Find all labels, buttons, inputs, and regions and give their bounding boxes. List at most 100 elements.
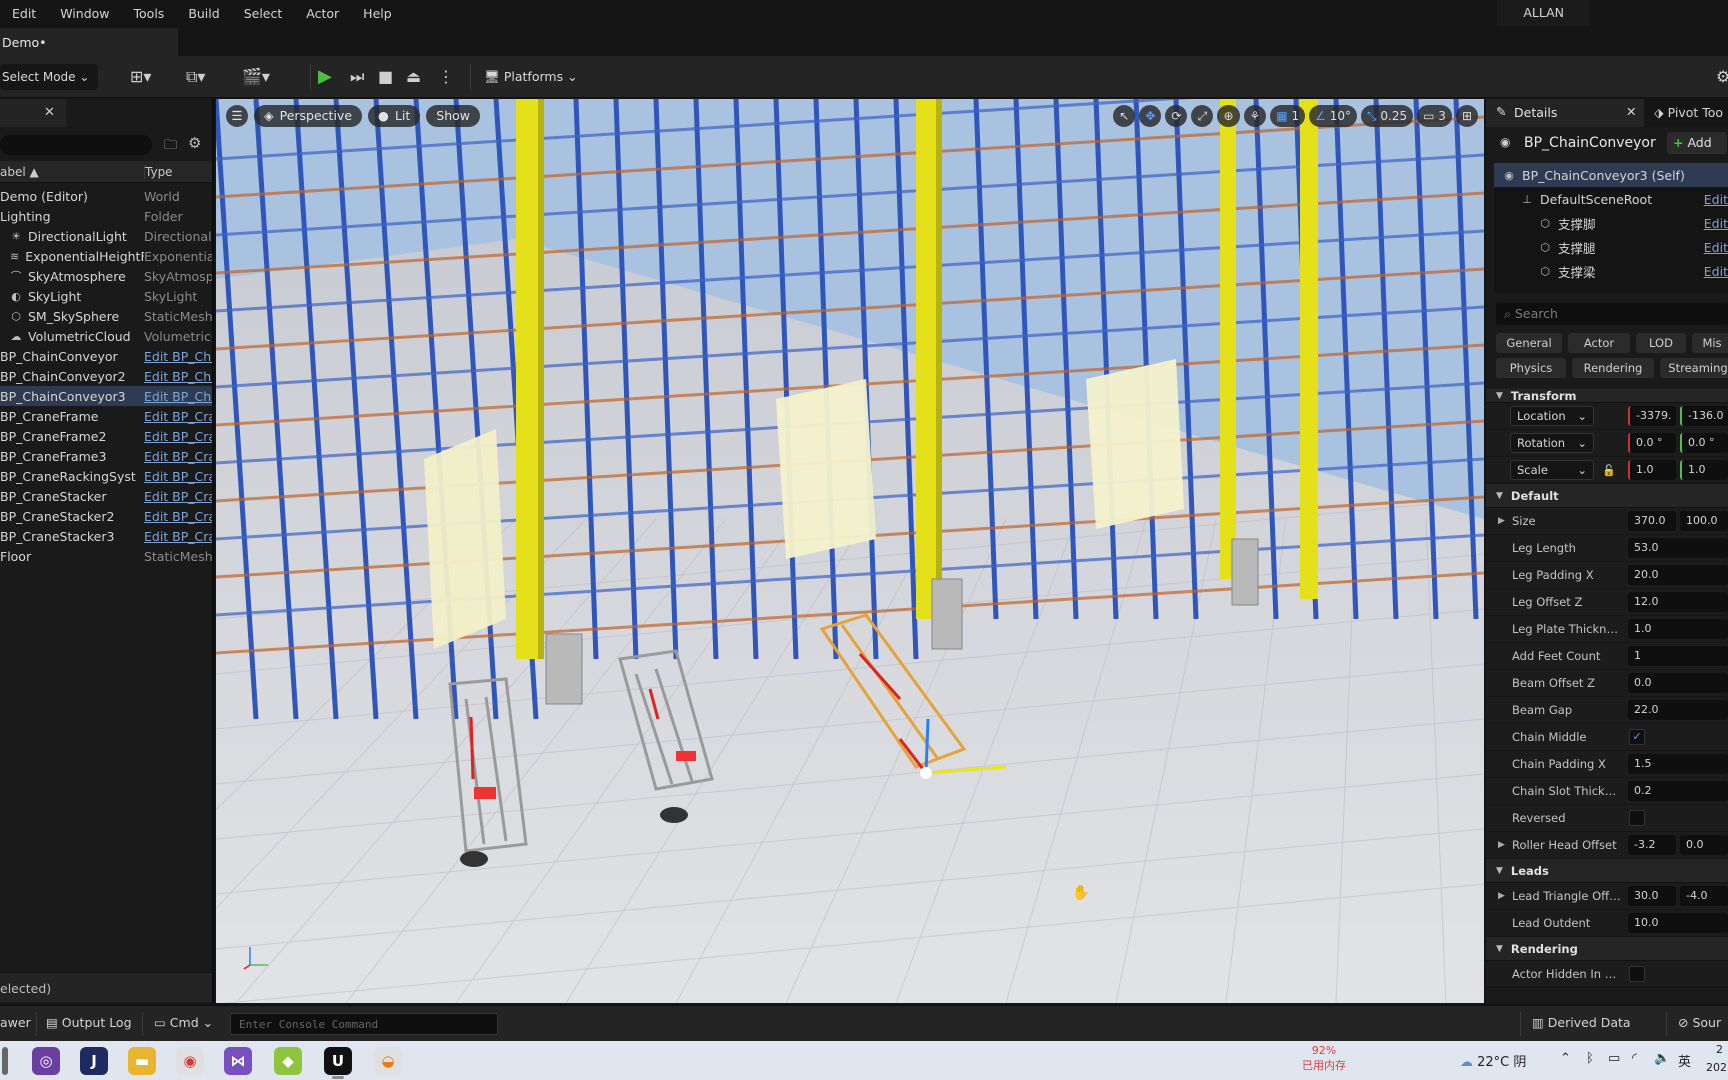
console-input[interactable]: Enter Console Command xyxy=(230,1013,498,1035)
weather-widget[interactable]: ☁ 22°C 阴 xyxy=(1460,1051,1526,1070)
filter-button[interactable]: Actor xyxy=(1568,333,1630,353)
outliner-row[interactable]: Lighting Folder xyxy=(0,206,212,226)
edit-blueprint-link[interactable]: Edit BP_Cra xyxy=(144,469,212,484)
filter-button[interactable]: Rendering xyxy=(1572,358,1654,378)
outliner-row[interactable]: Demo (Editor) World xyxy=(0,186,212,206)
volume-icon[interactable]: 🔈 xyxy=(1654,1051,1670,1066)
outliner-row[interactable]: BP_CraneStacker2 Edit BP_Cra xyxy=(0,506,212,526)
surface-snap-icon[interactable]: ⚘ xyxy=(1243,105,1267,127)
output-log-button[interactable]: ▤ Output Log xyxy=(46,1015,132,1030)
filter-button[interactable]: LOD xyxy=(1636,333,1686,353)
clock-date[interactable]: 202 xyxy=(1706,1061,1727,1074)
component-row[interactable]: ⬡ 支撑脚 Edit xyxy=(1494,211,1728,235)
column-label[interactable]: abel ▲ xyxy=(0,165,144,179)
perspective-button[interactable]: ◈ Perspective xyxy=(254,105,363,127)
location-mode-dropdown[interactable]: Location ⌄ xyxy=(1510,406,1594,426)
outliner-row[interactable]: BP_ChainConveyor Edit BP_Cha xyxy=(0,346,212,366)
expand-arrow-icon[interactable]: ▶ xyxy=(1498,840,1505,850)
rotation-snap-button[interactable]: ∠ 10° xyxy=(1309,105,1357,127)
scale-tool-icon[interactable]: ⤢ xyxy=(1191,105,1214,127)
camera-speed-button[interactable]: ▭ 3 xyxy=(1417,105,1452,127)
menu-build[interactable]: Build xyxy=(176,6,231,21)
property-checkbox[interactable]: ✓ xyxy=(1629,729,1645,745)
component-row[interactable]: ◉ BP_ChainConveyor3 (Self) xyxy=(1494,163,1728,187)
close-icon[interactable]: ✕ xyxy=(44,105,55,120)
transform-section[interactable]: ▼ Transform xyxy=(1486,389,1728,403)
property-value-b[interactable]: -4.0 xyxy=(1680,886,1728,906)
scale-y-field[interactable]: 1.0 xyxy=(1680,460,1728,480)
app-icon-1[interactable]: ◎ xyxy=(32,1047,60,1075)
eject-icon[interactable]: ⏏ xyxy=(406,65,421,89)
edit-blueprint-link[interactable]: Edit BP_Cra xyxy=(144,429,212,444)
property-value-field[interactable]: 22.0 xyxy=(1628,700,1728,720)
edit-component-link[interactable]: Edit xyxy=(1704,192,1728,207)
component-row[interactable]: ⬡ 支撑梁 Edit xyxy=(1494,259,1728,283)
select-mode-dropdown[interactable]: Select Mode ⌄ xyxy=(0,64,98,90)
menu-select[interactable]: Select xyxy=(232,6,295,21)
details-search-input[interactable]: ⌕ Search xyxy=(1496,303,1728,325)
close-icon[interactable]: ✕ xyxy=(1626,104,1636,119)
outliner-row[interactable]: Floor StaticMesh xyxy=(0,546,212,566)
edit-component-link[interactable]: Edit xyxy=(1704,264,1728,279)
scale-x-field[interactable]: 1.0 xyxy=(1628,460,1676,480)
add-content-icon[interactable]: ⊞▾ xyxy=(130,65,151,89)
outliner-row[interactable]: ⬡ SM_SkySphere StaticMesh xyxy=(0,306,212,326)
settings-icon[interactable]: ⚙ xyxy=(1716,65,1728,89)
world-space-icon[interactable]: ⊕ xyxy=(1217,105,1240,127)
location-x-field[interactable]: -3379. xyxy=(1628,406,1676,426)
property-value-field[interactable]: 0.0 xyxy=(1628,673,1728,693)
property-value-a[interactable]: 30.0 xyxy=(1628,886,1676,906)
actor-name[interactable]: BP_ChainConveyor xyxy=(1524,135,1656,151)
property-value-field[interactable]: 20.0 xyxy=(1628,565,1728,585)
battery-icon[interactable]: ▭ xyxy=(1608,1051,1620,1066)
step-icon[interactable]: ⏭ xyxy=(350,65,364,89)
chevron-up-icon[interactable]: ⌃ xyxy=(1560,1051,1571,1066)
add-folder-icon[interactable]: 🗀 xyxy=(164,136,177,158)
clock-time[interactable]: 2 xyxy=(1716,1043,1723,1056)
edit-blueprint-link[interactable]: Edit BP_Cra xyxy=(144,449,212,464)
rendering-section[interactable]: ▼ Rendering xyxy=(1486,937,1728,961)
outliner-row[interactable]: BP_CraneStacker3 Edit BP_Cra xyxy=(0,526,212,546)
outliner-row[interactable]: ◐ SkyLight SkyLight xyxy=(0,286,212,306)
property-value-field[interactable]: 53.0 xyxy=(1628,538,1728,558)
gear-icon[interactable]: ⚙ xyxy=(188,134,201,152)
property-value-field[interactable]: 10.0 xyxy=(1628,913,1728,933)
outliner-row[interactable]: BP_ChainConveyor2 Edit BP_Cha xyxy=(0,366,212,386)
menu-window[interactable]: Window xyxy=(48,6,121,21)
play-icon[interactable]: ▶ xyxy=(318,65,332,89)
outliner-row[interactable]: ≋ ExponentialHeightFo Exponential xyxy=(0,246,212,266)
rotation-mode-dropdown[interactable]: Rotation ⌄ xyxy=(1510,433,1594,453)
source-control-button[interactable]: ⊘ Sour xyxy=(1678,1015,1721,1030)
expand-arrow-icon[interactable]: ▶ xyxy=(1498,891,1505,901)
lit-button[interactable]: ● Lit xyxy=(368,105,421,127)
more-options-icon[interactable]: ⋮ xyxy=(438,65,454,89)
leads-section[interactable]: ▼ Leads xyxy=(1486,859,1728,883)
show-button[interactable]: Show xyxy=(426,105,481,127)
outliner-row[interactable]: BP_CraneFrame Edit BP_Cra xyxy=(0,406,212,426)
edit-blueprint-link[interactable]: Edit BP_Cha xyxy=(144,389,212,404)
cmd-dropdown[interactable]: ▭ Cmd ⌄ xyxy=(154,1015,213,1030)
edit-blueprint-link[interactable]: Edit BP_Cha xyxy=(144,349,212,364)
outliner-row[interactable]: BP_CraneFrame3 Edit BP_Cra xyxy=(0,446,212,466)
outliner-row[interactable]: ☁ VolumetricCloud VolumetricC xyxy=(0,326,213,346)
scale-snap-button[interactable]: ⤡ 0.25 xyxy=(1360,105,1414,127)
property-value-a[interactable]: 370.0 xyxy=(1628,511,1676,531)
chrome-icon[interactable]: ◉ xyxy=(176,1047,204,1075)
column-type[interactable]: Type xyxy=(144,164,173,179)
filter-button[interactable]: Physics xyxy=(1496,358,1566,378)
menu-tools[interactable]: Tools xyxy=(122,6,177,21)
platforms-button[interactable]: 🖥 Platforms ⌄ xyxy=(484,65,578,89)
component-row[interactable]: ⬡ 支撑腿 Edit xyxy=(1494,235,1728,259)
stop-icon[interactable]: ■ xyxy=(378,65,393,89)
hamburger-icon[interactable]: ☰ xyxy=(226,105,248,127)
menu-help[interactable]: Help xyxy=(351,6,404,21)
wifi-icon[interactable]: ◜ xyxy=(1632,1051,1637,1066)
unreal-engine-icon[interactable]: U xyxy=(324,1047,352,1075)
menu-actor[interactable]: Actor xyxy=(294,6,351,21)
property-value-field[interactable]: 12.0 xyxy=(1628,592,1728,612)
property-value-field[interactable]: 1.5 xyxy=(1628,754,1728,774)
rotation-y-field[interactable]: 0.0 ° xyxy=(1680,433,1728,453)
property-value-b[interactable]: 0.0 xyxy=(1680,835,1728,855)
grid-snap-button[interactable]: ▦ 1 xyxy=(1270,105,1306,127)
edit-blueprint-link[interactable]: Edit BP_Cra xyxy=(144,489,212,504)
